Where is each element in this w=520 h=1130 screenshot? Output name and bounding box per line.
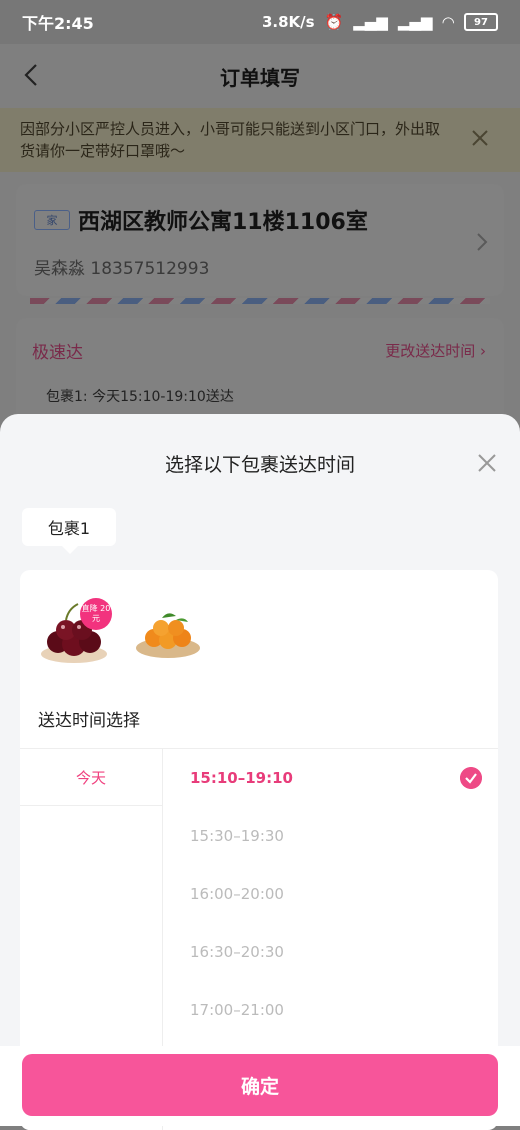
back-arrow-icon[interactable]: [18, 60, 48, 90]
time-slot-3[interactable]: 16:00–20:00: [162, 865, 498, 923]
time-slot-label: 16:00–20:00: [190, 885, 284, 903]
status-time: 下午2:45: [22, 14, 94, 33]
sheet-footer: 确定: [0, 1046, 520, 1126]
time-slot-4[interactable]: 16:30–20:30: [162, 923, 498, 981]
time-slot-1[interactable]: 15:10–19:10: [162, 749, 498, 807]
status-right: 3.8K/s ⏰ ▂▄▆ ▂▄▆ ◠ 97: [262, 13, 498, 31]
delivery-time-label: 送达时间选择: [38, 711, 140, 731]
notice-banner: 因部分小区严控人员进入，小哥可能只能送到小区门口，外出取货请你一定带好口罩哦～: [0, 108, 520, 172]
time-slot-2[interactable]: 15:30–19:30: [162, 807, 498, 865]
orange-product-image: [132, 596, 204, 668]
cherry-product-image: 直降 20元: [38, 596, 112, 668]
home-tag: 家: [34, 210, 70, 230]
discount-badge: 直降 20元: [80, 598, 112, 630]
check-icon: [460, 767, 482, 789]
delivery-time-sheet: 选择以下包裹送达时间 包裹1 直降 20元 送达时间选择 今天 15:10–19…: [0, 414, 520, 1130]
page-title: 订单填写: [220, 65, 300, 90]
page-header: 订单填写: [0, 44, 520, 108]
time-slot-label: 15:10–19:10: [190, 769, 293, 787]
notice-text: 因部分小区严控人员进入，小哥可能只能送到小区门口，外出取货请你一定带好口罩哦～: [20, 120, 441, 160]
alarm-icon: ⏰: [324, 13, 344, 31]
close-notice-icon[interactable]: [470, 128, 490, 148]
time-slot-label: 16:30–20:30: [190, 943, 284, 961]
shipping-method: 极速达: [32, 343, 83, 363]
time-slot-5[interactable]: 17:00–21:00: [162, 981, 498, 1039]
day-option-today[interactable]: 今天: [20, 749, 162, 806]
battery-icon: 97: [464, 13, 498, 31]
confirm-button[interactable]: 确定: [22, 1054, 498, 1116]
package-delivery-line: 包裹1: 今天15:10-19:10送达: [46, 389, 234, 405]
sheet-title: 选择以下包裹送达时间: [164, 454, 355, 476]
airmail-stripe: [30, 298, 490, 304]
network-speed: 3.8K/s: [261, 13, 315, 31]
address-card[interactable]: 家 西湖区教师公寓11楼1106室 吴森淼 18357512993: [16, 184, 504, 296]
close-icon[interactable]: [476, 452, 498, 474]
time-slot-list: 15:10–19:10 15:30–19:30 16:00–20:00 16:3…: [162, 749, 498, 1039]
chevron-right-icon: [477, 233, 488, 251]
package-tab[interactable]: 包裹1: [22, 508, 116, 554]
orange-icon: [136, 613, 200, 658]
address-line: 西湖区教师公寓11楼1106室: [78, 210, 368, 235]
signal-icon: ▂▄▆: [353, 13, 388, 31]
time-slot-label: 17:00–21:00: [190, 1001, 284, 1019]
product-list: 直降 20元: [38, 596, 204, 668]
wifi-icon: ◠: [442, 13, 454, 31]
time-slot-label: 15:30–19:30: [190, 827, 284, 845]
signal-icon-2: ▂▄▆: [397, 13, 433, 31]
contact-info: 吴森淼 18357512993: [34, 259, 210, 279]
status-bar: 下午2:45 3.8K/s ⏰ ▂▄▆ ▂▄▆ ◠ 97: [0, 0, 520, 44]
change-time-link[interactable]: 更改送达时间 ›: [385, 340, 486, 361]
